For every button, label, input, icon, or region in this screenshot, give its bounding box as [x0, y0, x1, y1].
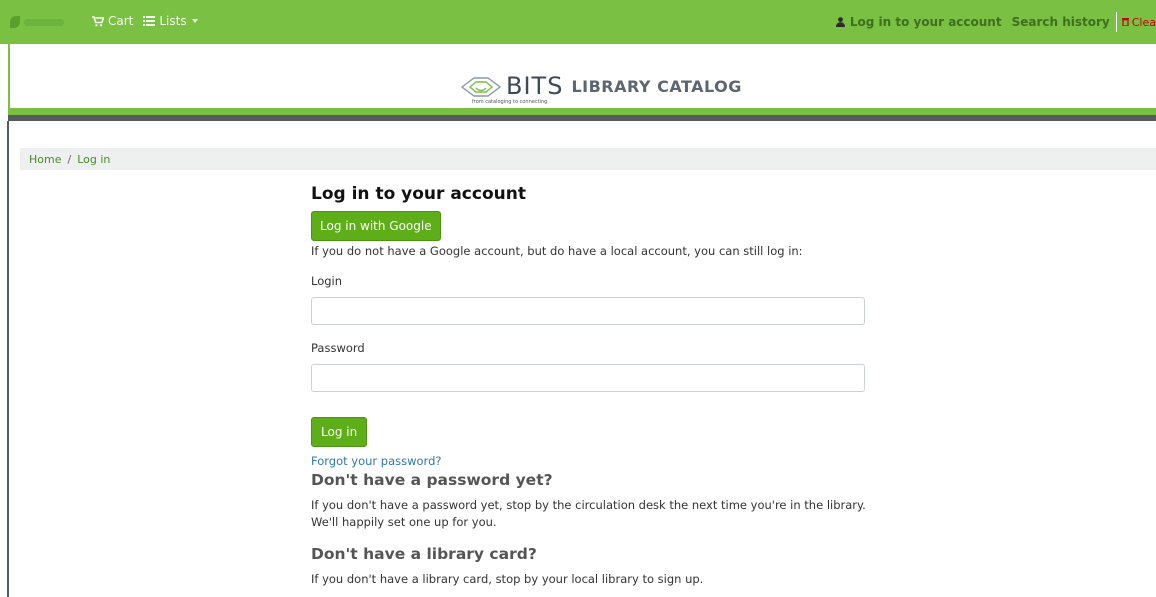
logo-wordmark: [24, 18, 64, 26]
google-note: If you do not have a Google account, but…: [311, 244, 803, 258]
chevron-down-icon: [191, 19, 198, 23]
brand-tagline: from cataloging to connecting: [472, 99, 548, 105]
brand-text: BITS: [506, 72, 564, 100]
nav-left: Cart Lists: [92, 14, 208, 28]
site-header: BITS from cataloging to connecting LIBRA…: [8, 44, 1156, 108]
page-title: Log in to your account: [311, 184, 526, 204]
breadcrumb-home[interactable]: Home: [29, 153, 61, 166]
password-input[interactable]: [311, 364, 865, 392]
cart-icon: [92, 15, 104, 26]
koha-logo[interactable]: [10, 13, 66, 31]
breadcrumb-separator: /: [67, 152, 72, 166]
forgot-password-link[interactable]: Forgot your password?: [311, 454, 871, 468]
login-link[interactable]: Log in to your account: [835, 15, 1002, 29]
left-border: [7, 121, 9, 597]
login-field-label: Login: [311, 274, 343, 288]
search-history-link[interactable]: Search history: [1012, 15, 1110, 29]
no-password-heading: Don't have a password yet?: [311, 471, 553, 489]
header-green-strip: [8, 108, 1156, 115]
clear-label: Clea: [1131, 15, 1156, 29]
login-input[interactable]: [311, 297, 865, 325]
breadcrumb: Home / Log in: [20, 148, 1156, 170]
clear-history-link[interactable]: Clea: [1121, 15, 1156, 29]
nav-divider: [1115, 12, 1117, 32]
top-navbar: Cart Lists Log in to your account Search…: [0, 0, 1156, 44]
trash-icon: [1121, 18, 1129, 26]
login-button[interactable]: Log in: [311, 417, 368, 447]
leaf-icon: [10, 16, 20, 28]
brand-logo[interactable]: BITS from cataloging to connecting LIBRA…: [460, 72, 742, 105]
cart-label: Cart: [108, 14, 134, 28]
list-icon: [143, 16, 156, 26]
no-card-heading: Don't have a library card?: [311, 545, 537, 563]
google-login-button[interactable]: Log in with Google: [311, 211, 441, 241]
lists-menu-button[interactable]: Lists: [143, 14, 198, 28]
lists-label: Lists: [159, 14, 187, 28]
login-link-label: Log in to your account: [849, 15, 1002, 29]
password-field-label: Password: [311, 341, 365, 355]
no-card-text: If you don't have a library card, stop b…: [311, 572, 704, 586]
header-gray-strip: [8, 115, 1156, 121]
no-password-text: If you don't have a password yet, stop b…: [311, 498, 866, 529]
breadcrumb-login[interactable]: Log in: [77, 153, 110, 166]
user-icon: [835, 17, 845, 27]
login-panel: Log in to your account Log in with Googl…: [311, 180, 871, 588]
bits-logo-icon: [460, 77, 502, 97]
nav-right: Log in to your account Search history Cl…: [835, 12, 1156, 32]
catalog-title: LIBRARY CATALOG: [571, 77, 742, 96]
cart-button[interactable]: Cart: [92, 14, 133, 28]
